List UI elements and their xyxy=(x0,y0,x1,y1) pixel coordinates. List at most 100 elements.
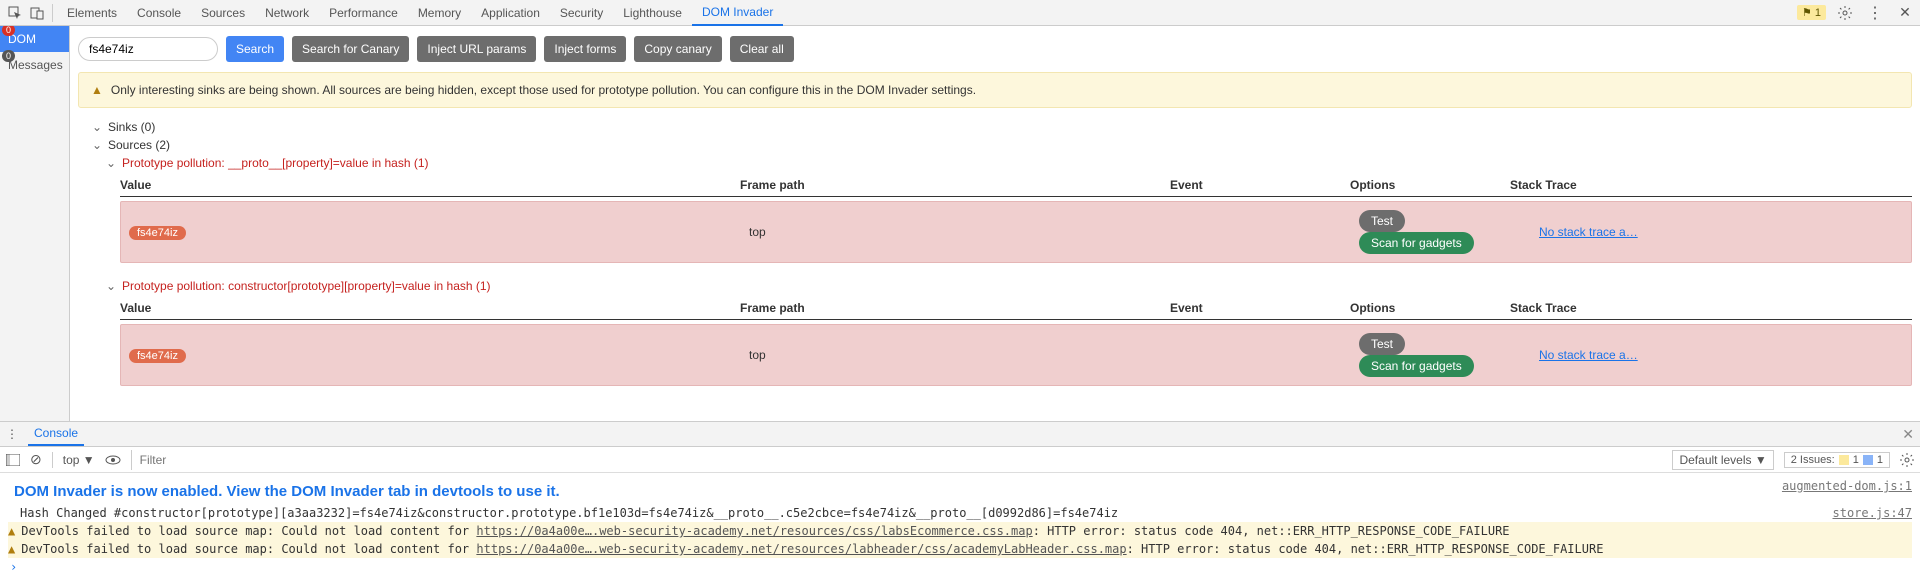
tree-sources-label: Sources (2) xyxy=(108,138,170,152)
col-options: Options xyxy=(1350,301,1510,315)
tab-elements[interactable]: Elements xyxy=(57,1,127,25)
tab-lighthouse[interactable]: Lighthouse xyxy=(613,1,692,25)
search-button[interactable]: Search xyxy=(226,36,284,62)
console-toolbar: ⊘ top ▼ Default levels ▼ 2 Issues: 1 1 xyxy=(0,447,1920,473)
sourcemap-link[interactable]: https://0a4a00e….web-security-academy.ne… xyxy=(476,542,1126,556)
inject-forms-button[interactable]: Inject forms xyxy=(544,36,626,62)
value-pill: fs4e74iz xyxy=(129,349,186,363)
sidebar-tab-messages[interactable]: 0 Messages xyxy=(0,52,69,78)
table-row: fs4e74iz top TestScan for gadgets No sta… xyxy=(120,201,1912,263)
columns-header: Value Frame path Event Options Stack Tra… xyxy=(120,172,1912,197)
main-area: 0 DOM 0 Messages Search Search for Canar… xyxy=(0,26,1920,421)
issue-blue-count: 1 xyxy=(1877,454,1883,466)
stack-trace-link[interactable]: No stack trace a… xyxy=(1539,348,1638,362)
columns-header: Value Frame path Event Options Stack Tra… xyxy=(120,295,1912,320)
sourcemap-link[interactable]: https://0a4a00e….web-security-academy.ne… xyxy=(476,524,1032,538)
scan-gadgets-button[interactable]: Scan for gadgets xyxy=(1359,355,1474,377)
divider xyxy=(52,452,53,468)
kebab-icon[interactable]: ⋮ xyxy=(6,427,18,441)
issues-counter[interactable]: 2 Issues: 1 1 xyxy=(1784,452,1890,468)
chevron-down-icon: ⌄ xyxy=(106,279,116,293)
tree-sinks-label: Sinks (0) xyxy=(108,120,155,134)
chevron-down-icon: ⌄ xyxy=(92,120,102,134)
warning-triangle-icon: ▲ xyxy=(8,542,21,556)
warnings-badge[interactable]: ⚑ 1 xyxy=(1797,5,1826,20)
dom-invader-sidebar: 0 DOM 0 Messages xyxy=(0,26,70,421)
warn-text-post: : HTTP error: status code 404, net::ERR_… xyxy=(1127,542,1604,556)
clear-all-button[interactable]: Clear all xyxy=(730,36,794,62)
device-toggle-icon[interactable] xyxy=(26,2,48,24)
col-event: Event xyxy=(1170,301,1350,315)
warn-text: DevTools failed to load source map: Coul… xyxy=(21,524,476,538)
info-banner: ▲ Only interesting sinks are being shown… xyxy=(78,72,1912,108)
console-filter-input[interactable] xyxy=(131,450,1663,470)
sidebar-tab-dom[interactable]: 0 DOM xyxy=(0,26,69,52)
value-pill: fs4e74iz xyxy=(129,226,186,240)
chevron-down-icon: ⌄ xyxy=(106,156,116,170)
divider xyxy=(52,4,53,22)
gear-icon[interactable] xyxy=(1900,453,1914,467)
kebab-icon[interactable]: ⋮ xyxy=(1864,2,1886,24)
col-value: Value xyxy=(120,178,740,192)
sidebar-toggle-icon[interactable] xyxy=(6,454,20,466)
drawer-tab-console[interactable]: Console xyxy=(28,422,84,446)
dom-invader-content: Search Search for Canary Inject URL para… xyxy=(70,26,1920,421)
console-row: DOM Invader is now enabled. View the DOM… xyxy=(8,477,1912,504)
warn-text: DevTools failed to load source map: Coul… xyxy=(21,542,476,556)
tab-performance[interactable]: Performance xyxy=(319,1,408,25)
frame-path: top xyxy=(749,225,1179,239)
close-icon[interactable]: ✕ xyxy=(1894,2,1916,24)
tree-source-constructor[interactable]: ⌄ Prototype pollution: constructor[proto… xyxy=(78,277,1912,295)
col-options: Options xyxy=(1350,178,1510,192)
live-expression-icon[interactable] xyxy=(105,455,121,465)
tab-sources[interactable]: Sources xyxy=(191,1,255,25)
warn-text-post: : HTTP error: status code 404, net::ERR_… xyxy=(1033,524,1510,538)
col-frame: Frame path xyxy=(740,178,1170,192)
dom-invader-enabled-msg: DOM Invader is now enabled. View the DOM… xyxy=(8,479,1770,502)
tab-dom-invader[interactable]: DOM Invader xyxy=(692,0,783,26)
tree-sinks[interactable]: ⌄ Sinks (0) xyxy=(78,118,1912,136)
console-output: DOM Invader is now enabled. View the DOM… xyxy=(0,473,1920,574)
source-link[interactable]: store.js:47 xyxy=(1821,506,1912,520)
frame-path: top xyxy=(749,348,1179,362)
source-link[interactable]: augmented-dom.js:1 xyxy=(1770,479,1912,493)
tab-console[interactable]: Console xyxy=(127,1,191,25)
tree-pp2-label: Prototype pollution: constructor[prototy… xyxy=(122,279,491,293)
console-prompt[interactable]: › xyxy=(8,558,1912,574)
tab-memory[interactable]: Memory xyxy=(408,1,471,25)
chevron-down-icon: ⌄ xyxy=(92,138,102,152)
inject-url-button[interactable]: Inject URL params xyxy=(417,36,536,62)
log-levels-selector[interactable]: Default levels ▼ xyxy=(1672,450,1773,470)
tab-network[interactable]: Network xyxy=(255,1,319,25)
scan-gadgets-button[interactable]: Scan for gadgets xyxy=(1359,232,1474,254)
test-button[interactable]: Test xyxy=(1359,210,1405,232)
tree-sources[interactable]: ⌄ Sources (2) xyxy=(78,136,1912,154)
tree-source-proto[interactable]: ⌄ Prototype pollution: __proto__[propert… xyxy=(78,154,1912,172)
issues-label: 2 Issues: xyxy=(1791,454,1835,466)
warning-square-icon xyxy=(1839,455,1849,465)
clear-console-icon[interactable]: ⊘ xyxy=(30,451,42,468)
dom-invader-toolbar: Search Search for Canary Inject URL para… xyxy=(78,32,1912,66)
col-frame: Frame path xyxy=(740,301,1170,315)
console-row: Hash Changed #constructor[prototype][a3a… xyxy=(8,504,1912,522)
close-icon[interactable]: ✕ xyxy=(1902,426,1914,443)
table-row: fs4e74iz top TestScan for gadgets No sta… xyxy=(120,324,1912,386)
console-warning-row: ▲ DevTools failed to load source map: Co… xyxy=(8,540,1912,558)
inspect-icon[interactable] xyxy=(4,2,26,24)
col-trace: Stack Trace xyxy=(1510,178,1912,192)
hash-changed-msg: Hash Changed #constructor[prototype][a3a… xyxy=(8,506,1821,520)
tab-application[interactable]: Application xyxy=(471,1,550,25)
issue-yellow-count: 1 xyxy=(1853,454,1859,466)
gear-icon[interactable] xyxy=(1834,2,1856,24)
canary-input[interactable] xyxy=(78,37,218,61)
copy-canary-button[interactable]: Copy canary xyxy=(634,36,721,62)
search-canary-button[interactable]: Search for Canary xyxy=(292,36,409,62)
banner-text: Only interesting sinks are being shown. … xyxy=(111,83,976,97)
context-selector[interactable]: top ▼ xyxy=(63,453,95,467)
col-trace: Stack Trace xyxy=(1510,301,1912,315)
warnings-count: 1 xyxy=(1815,7,1821,19)
stack-trace-link[interactable]: No stack trace a… xyxy=(1539,225,1638,239)
test-button[interactable]: Test xyxy=(1359,333,1405,355)
sidebar-messages-label: Messages xyxy=(8,58,63,72)
tab-security[interactable]: Security xyxy=(550,1,613,25)
